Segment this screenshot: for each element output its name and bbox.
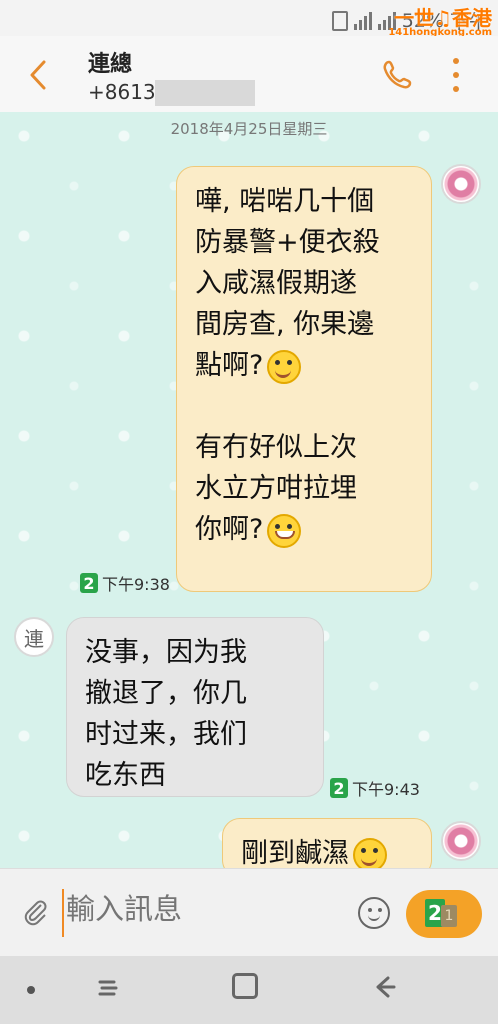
message-text: 點啊? xyxy=(195,350,264,381)
message-line: 嘩, 啱啱几十個 xyxy=(195,186,375,217)
message-thread[interactable]: 2018年4月25日星期三 嘩, 啱啱几十個 防暴警+便衣殺 入咸濕假期遂 間房… xyxy=(0,112,498,868)
message-line: 吃东西 xyxy=(85,760,166,791)
message-composer: 2 1 xyxy=(0,868,498,957)
watermark-logo: 一世♫香港 141hongkong.com xyxy=(388,2,492,38)
avatar[interactable] xyxy=(441,164,481,204)
home-icon[interactable] xyxy=(232,973,258,999)
more-vert-icon[interactable] xyxy=(452,58,460,92)
recents-icon[interactable] xyxy=(94,974,122,1002)
date-separator: 2018年4月25日星期三 xyxy=(170,120,328,138)
conversation-header: 連總 +86136 xyxy=(0,36,498,112)
message-text: 你啊? xyxy=(195,514,264,545)
zany-face-emoji xyxy=(267,349,302,384)
redaction-box xyxy=(155,80,255,106)
message-line-with-emoji: 你啊? xyxy=(195,509,413,550)
message-line: 没事，因为我 xyxy=(85,637,247,668)
message-line: 水立方咁拉埋 xyxy=(195,473,357,504)
message-line-with-emoji: 點啊? xyxy=(195,345,413,386)
back-icon[interactable] xyxy=(372,974,398,1000)
outgoing-message[interactable]: 剛到鹹濕 xyxy=(222,818,432,868)
send-button[interactable]: 2 1 xyxy=(406,890,482,938)
message-line: 有冇好似上次 xyxy=(195,432,357,463)
incoming-message[interactable]: 没事，因为我 撤退了，你几 时过来，我们 吃东西 xyxy=(66,617,324,797)
avatar[interactable]: 連 xyxy=(14,617,54,657)
message-line: 时过来，我们 xyxy=(85,719,247,750)
sim-badge: 2 xyxy=(330,778,348,798)
message-line-blank xyxy=(195,386,413,427)
signal-icon xyxy=(353,11,372,30)
paperclip-icon[interactable] xyxy=(22,899,50,927)
sim-card-icon xyxy=(331,10,348,31)
outgoing-message[interactable]: 嘩, 啱啱几十個 防暴警+便衣殺 入咸濕假期遂 間房查, 你果邊 點啊? 有冇好… xyxy=(176,166,432,592)
message-time: 下午9:38 xyxy=(102,575,170,594)
message-meta: 2 下午9:43 xyxy=(330,776,420,800)
message-time: 下午9:43 xyxy=(352,780,420,799)
sim-1-label: 1 xyxy=(441,905,457,927)
avatar[interactable] xyxy=(441,821,481,861)
smiling-face-emoji xyxy=(353,837,387,868)
message-line-with-emoji: 剛到鹹濕 xyxy=(241,833,413,868)
sim-badge: 2 xyxy=(80,573,98,593)
phone-icon[interactable] xyxy=(380,58,412,90)
message-line: 防暴警+便衣殺 xyxy=(195,227,380,258)
message-meta: 2 下午9:38 xyxy=(80,571,170,595)
message-line: 撤退了，你几 xyxy=(85,678,247,709)
smiley-icon[interactable] xyxy=(358,897,390,929)
chevron-left-icon[interactable] xyxy=(28,58,48,92)
message-line: 間房查, 你果邊 xyxy=(195,309,375,340)
message-input[interactable] xyxy=(64,893,328,928)
contact-name: 連總 xyxy=(88,52,133,77)
message-line: 入咸濕假期遂 xyxy=(195,268,357,299)
navigation-bar xyxy=(0,956,498,1024)
grinning-face-emoji xyxy=(267,513,302,548)
status-bar: 52% 下午 一世♫香港 141hongkong.com xyxy=(0,0,498,38)
sim-select-icon: 2 1 xyxy=(425,899,463,929)
dot-icon[interactable] xyxy=(27,986,35,994)
message-text: 剛到鹹濕 xyxy=(241,838,349,868)
